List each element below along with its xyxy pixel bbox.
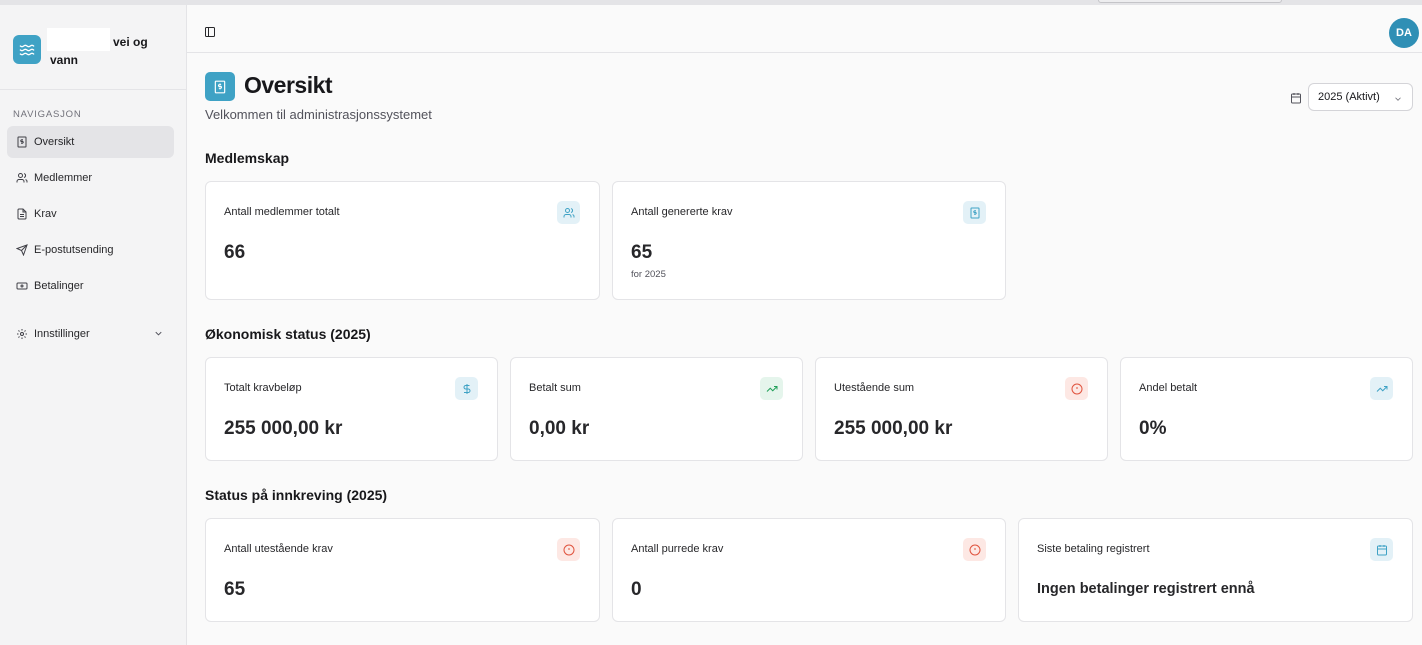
sidebar-item-label: Krav: [34, 208, 57, 220]
card-members-total: Antall medlemmer totalt 66: [205, 181, 600, 300]
send-icon: [16, 244, 28, 256]
sidebar-item-label: Innstillinger: [34, 328, 90, 340]
card-label: Andel betalt: [1139, 382, 1198, 394]
card-label: Totalt kravbeløp: [224, 382, 302, 394]
browser-address-pill: [1098, 0, 1282, 3]
alert-circle-icon: [1065, 377, 1088, 400]
receipt-icon: [963, 201, 986, 224]
sidebar-item-innstillinger[interactable]: Innstillinger: [7, 318, 174, 350]
card-value: 0: [631, 579, 642, 600]
alert-circle-icon: [557, 538, 580, 561]
avatar[interactable]: DA: [1389, 18, 1419, 48]
nav-heading: NAVIGASJON: [13, 109, 82, 120]
sidebar-item-medlemmer[interactable]: Medlemmer: [7, 162, 174, 194]
sidebar-item-label: Betalinger: [34, 280, 84, 292]
section-heading-membership: Medlemskap: [205, 150, 290, 166]
card-outstanding-claims: Antall utestående krav 65: [205, 518, 600, 622]
waves-logo-icon[interactable]: [13, 35, 41, 64]
card-value: 0,00 kr: [529, 418, 590, 439]
card-label: Antall genererte krav: [631, 206, 733, 218]
receipt-icon: [16, 136, 28, 148]
top-bar: DA: [187, 5, 1422, 53]
brand-name: vei og vann: [50, 33, 170, 69]
calendar-icon: [1370, 538, 1393, 561]
card-value: 66: [224, 242, 246, 263]
card-label: Utestående sum: [834, 382, 915, 394]
brand-name-line2: vann: [50, 53, 79, 67]
users-icon: [16, 172, 28, 184]
card-value: 65: [224, 579, 246, 600]
card-total-amount: Totalt kravbeløp 255 000,00 kr: [205, 357, 498, 461]
dollar-icon: [455, 377, 478, 400]
card-share-paid: Andel betalt 0%: [1120, 357, 1413, 461]
users-icon: [557, 201, 580, 224]
card-label: Antall purrede krav: [631, 543, 724, 555]
year-select[interactable]: 2025 (Aktivt): [1308, 83, 1413, 111]
calendar-icon: [1290, 91, 1302, 104]
file-text-icon: [16, 208, 28, 220]
sidebar: vei og vann NAVIGASJON Oversikt Medlemme…: [0, 5, 187, 645]
sidebar-toggle-icon[interactable]: [204, 25, 216, 37]
section-heading-economy: Økonomisk status (2025): [205, 326, 371, 342]
section-heading-collection: Status på innkreving (2025): [205, 487, 388, 503]
banknote-icon: [16, 280, 28, 292]
page-title: Oversikt: [244, 72, 333, 98]
brand-name-line1: vei og: [113, 35, 148, 49]
card-outstanding-sum: Utestående sum 255 000,00 kr: [815, 357, 1108, 461]
main-content: DA Oversikt Velkommen til administrasjon…: [187, 5, 1422, 645]
page-subtitle: Velkommen til administrasjonssystemet: [205, 107, 432, 122]
card-label: Siste betaling registrert: [1037, 543, 1150, 555]
card-last-payment: Siste betaling registrert Ingen betaling…: [1018, 518, 1413, 622]
chevron-down-icon: [1393, 94, 1403, 107]
card-value: 255 000,00 kr: [224, 418, 343, 439]
card-value: Ingen betalinger registrert ennå: [1037, 581, 1255, 597]
card-generated-claims: Antall genererte krav 65 for 2025: [612, 181, 1006, 300]
sidebar-item-label: Oversikt: [34, 136, 75, 148]
card-paid-sum: Betalt sum 0,00 kr: [510, 357, 803, 461]
card-subtext: for 2025: [631, 269, 666, 280]
receipt-icon: [205, 72, 235, 101]
card-label: Antall utestående krav: [224, 543, 333, 555]
card-value: 65: [631, 242, 653, 263]
sidebar-item-e-postutsending[interactable]: E-postutsending: [7, 234, 174, 266]
card-value: 255 000,00 kr: [834, 418, 953, 439]
sidebar-item-label: Medlemmer: [34, 172, 93, 184]
brand-header: vei og vann: [0, 5, 186, 90]
sidebar-item-label: E-postutsending: [34, 244, 114, 256]
year-select-value: 2025 (Aktivt): [1318, 91, 1380, 103]
sidebar-item-oversikt[interactable]: Oversikt: [7, 126, 174, 158]
card-label: Antall medlemmer totalt: [224, 206, 340, 218]
card-reminded-claims: Antall purrede krav 0: [612, 518, 1006, 622]
settings-icon: [16, 328, 28, 340]
trending-up-icon: [1370, 377, 1393, 400]
alert-circle-icon: [963, 538, 986, 561]
chevron-down-icon[interactable]: [153, 328, 164, 342]
card-value: 0%: [1139, 418, 1167, 439]
card-label: Betalt sum: [529, 382, 581, 394]
trending-up-icon: [760, 377, 783, 400]
sidebar-item-krav[interactable]: Krav: [7, 198, 174, 230]
sidebar-item-betalinger[interactable]: Betalinger: [7, 270, 174, 302]
